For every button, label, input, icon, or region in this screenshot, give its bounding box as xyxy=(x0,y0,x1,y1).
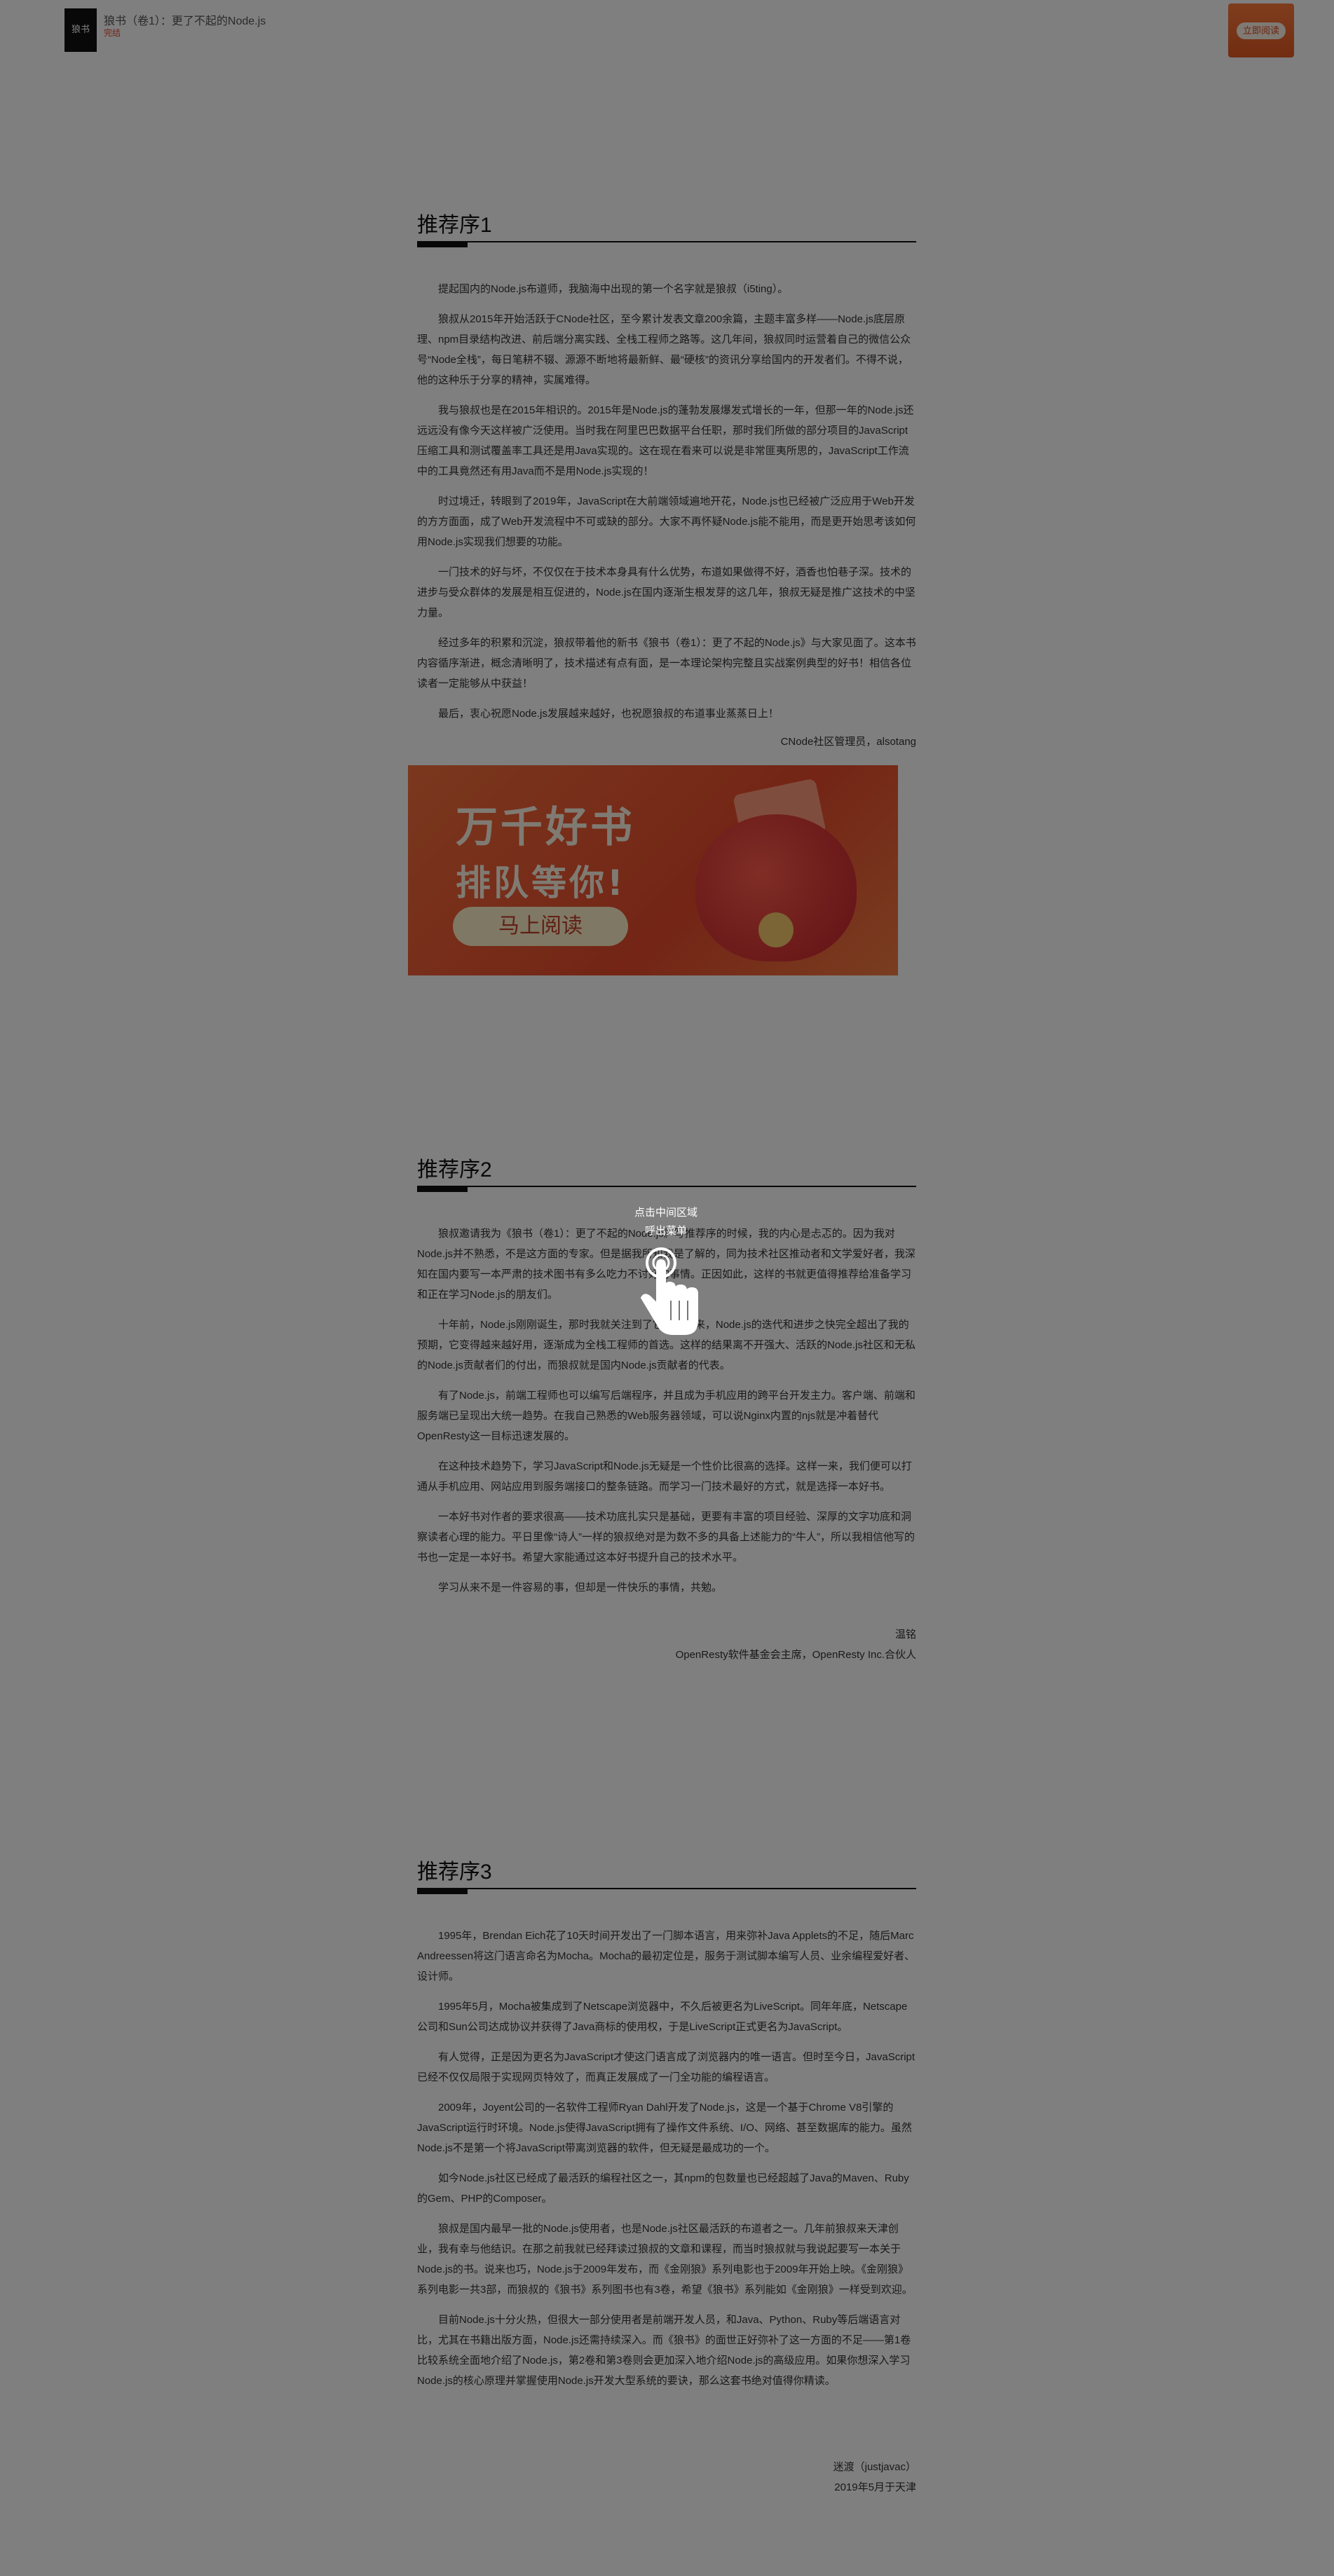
hint-line: 点击中间区域 xyxy=(634,1207,697,1219)
hint-line: 呼出菜单 xyxy=(644,1225,687,1237)
menu-hint-text: 点击中间区域 呼出菜单 xyxy=(610,1204,722,1240)
tap-hand-icon xyxy=(641,1247,698,1335)
menu-hint-overlay[interactable]: 点击中间区域 呼出菜单 xyxy=(0,0,1334,2576)
